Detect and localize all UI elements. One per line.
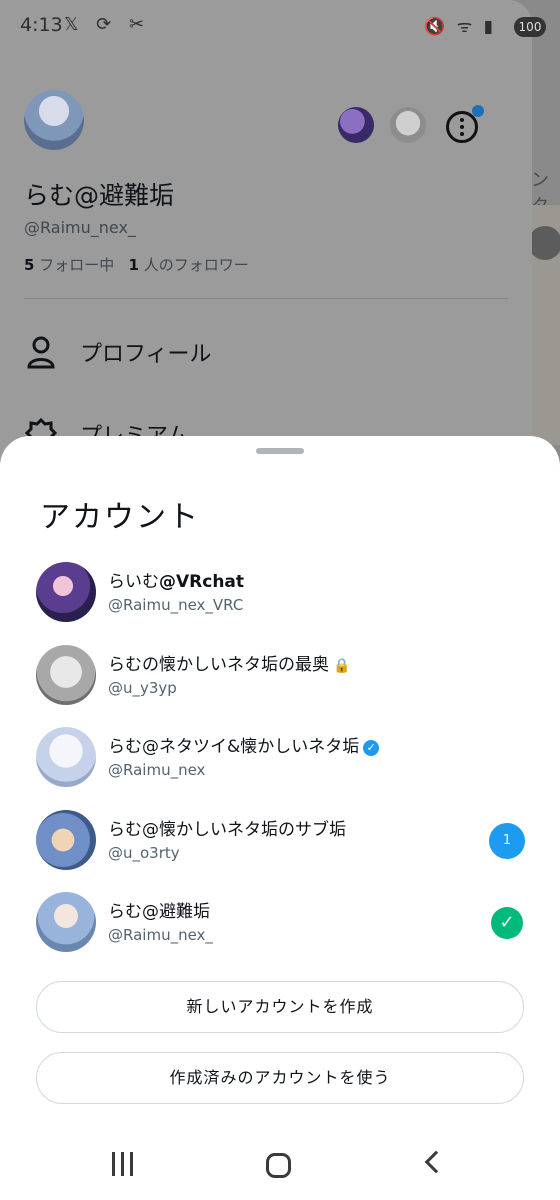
account-row[interactable]: らいむ@VRchat @Raimu_nex_VRC [36,562,536,624]
back-icon[interactable] [424,1150,448,1174]
account-handle: @Raimu_nex_VRC [108,596,244,614]
lock-icon: 🔒 [333,658,351,674]
system-nav-bar [0,1134,560,1200]
avatar [36,810,96,870]
following-count: 5 [24,256,35,274]
account-handle: @Raimu_nex_ [108,926,213,944]
followers-label: 人のフォロワー [143,256,249,274]
menu-item-profile[interactable]: プロフィール [24,328,212,376]
recent-apps-icon[interactable] [110,1152,136,1176]
clock: 4:13 [20,14,63,36]
sheet-drag-handle[interactable] [256,448,304,454]
avatar [36,892,96,952]
following-label: フォロー中 [39,256,115,274]
status-left-icons: 𝕏 ⟳ ✂ [64,14,151,35]
account-handle: @Raimu_nex [108,761,206,779]
use-existing-account-button[interactable]: 作成済みのアカウントを使う [36,1052,524,1104]
more-accounts-icon[interactable] [446,111,478,143]
avatar [36,727,96,787]
account-name-bold: @VRchat [159,572,245,592]
switch-account-avatar-2[interactable] [390,107,426,143]
menu-item-label: プロフィール [80,342,212,367]
account-switcher-sheet: アカウント らいむ@VRchat @Raimu_nex_VRC らむの懐かしいネ… [0,436,560,1200]
checkmark-icon: ✓ [491,907,523,939]
account-handle: @u_y3yp [108,679,177,697]
account-name: らむ@避難垢 [108,902,210,922]
person-icon [24,335,58,369]
divider [24,298,508,299]
account-name-text: らむの懐かしいネタ垢の最奥 [108,655,329,675]
avatar [36,645,96,705]
battery-icon: 100 [514,17,546,37]
unread-badge: 1 [489,823,525,859]
create-account-button[interactable]: 新しいアカウントを作成 [36,981,524,1033]
avatar [36,562,96,622]
profile-display-name: らむ@避難垢 [24,181,175,210]
account-name: らむ@懐かしいネタ垢のサブ垢 [108,820,346,840]
account-name: らいむ@VRchat [108,567,244,592]
switch-account-avatar-1[interactable] [338,107,374,143]
status-bar: 4:13 𝕏 ⟳ ✂ 🔇 ᯤ ▮ 100 [0,0,560,56]
background-button [528,226,560,260]
account-row[interactable]: らむ@懐かしいネタ垢のサブ垢 @u_o3rty 1 [36,810,536,872]
account-name: らむ@ネタツイ&懐かしいネタ垢 ✓ [108,732,380,757]
followers-count: 1 [128,256,139,274]
home-icon[interactable] [266,1153,291,1178]
profile-handle: @Raimu_nex_ [24,218,136,237]
account-name-text: らむ@ネタツイ&懐かしいネタ垢 [108,737,360,757]
current-account-avatar[interactable] [24,90,84,150]
status-right-icons: 🔇 ᯤ ▮ [424,17,496,37]
account-name-prefix: らいむ [108,572,159,592]
verified-badge-icon: ✓ [363,740,380,756]
account-handle: @u_o3rty [108,844,180,862]
account-name: らむの懐かしいネタ垢の最奥 🔒 [108,650,350,675]
notification-dot [472,105,484,117]
account-row[interactable]: らむ@ネタツイ&懐かしいネタ垢 ✓ @Raimu_nex [36,727,536,789]
sheet-title: アカウント [40,500,200,535]
account-row[interactable]: らむ@避難垢 @Raimu_nex_ ✓ [36,892,536,954]
account-row[interactable]: らむの懐かしいネタ垢の最奥 🔒 @u_y3yp [36,645,536,707]
follow-stats[interactable]: 5 フォロー中 1 人のフォロワー [24,254,249,275]
